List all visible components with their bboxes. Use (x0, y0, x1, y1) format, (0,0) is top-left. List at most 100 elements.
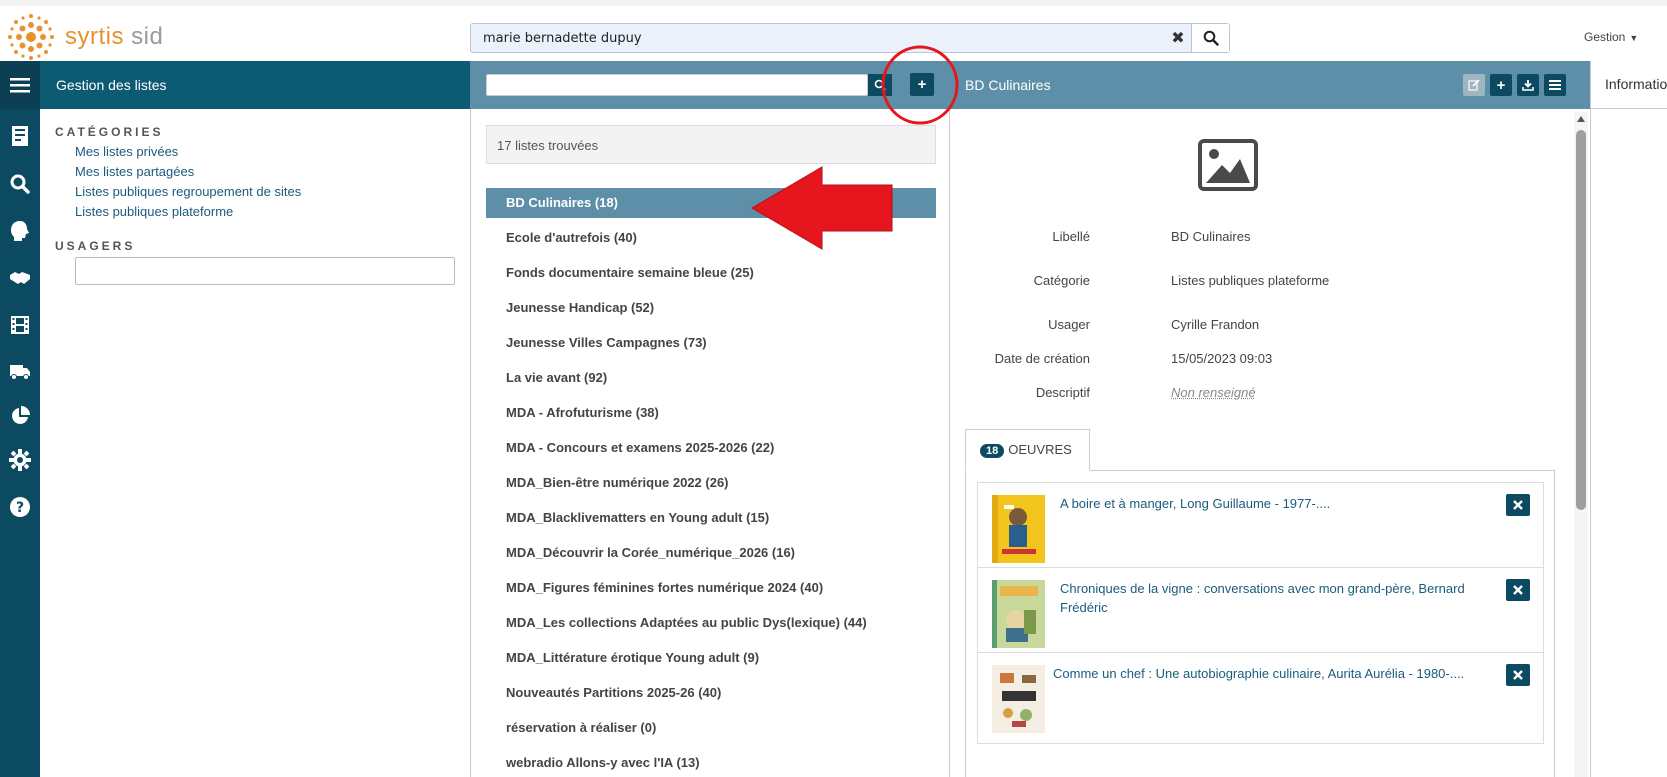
works-pane: A boire et à manger, Long Guillaume - 19… (965, 470, 1555, 777)
book-cover-thumbnail[interactable] (992, 495, 1045, 563)
category-link-shared[interactable]: Mes listes partagées (75, 164, 194, 179)
category-link-public-sites[interactable]: Listes publiques regroupement de sites (75, 184, 301, 199)
list-filter-search-button[interactable] (868, 74, 892, 96)
user-head-icon[interactable] (0, 216, 40, 246)
hamburger-menu-icon[interactable] (0, 61, 40, 109)
work-title-link[interactable]: Chroniques de la vigne : conversations a… (1060, 579, 1490, 617)
tab-informations[interactable]: Informations (1590, 61, 1667, 109)
lists-panel: 17 listes trouvées BD Culinaires (18) Ec… (470, 109, 950, 777)
list-item[interactable]: webradio Allons-y avec l'IA (13) (486, 748, 936, 777)
detail-panel-header: BD Culinaires + (950, 61, 1590, 109)
list-item[interactable]: Fonds documentaire semaine bleue (25) (486, 258, 936, 288)
list-filter-input[interactable] (486, 74, 868, 96)
gestion-menu[interactable]: Gestion ▼ (1584, 30, 1638, 44)
handshake-icon[interactable] (0, 263, 40, 293)
category-link-public-platform[interactable]: Listes publiques plateforme (75, 204, 233, 219)
panel-divider (1590, 109, 1591, 777)
close-icon (1513, 670, 1523, 680)
image-placeholder-icon (1198, 139, 1258, 191)
work-item: Comme un chef : Une autobiographie culin… (977, 652, 1544, 744)
field-label-date: Date de création (994, 351, 1090, 366)
usager-input[interactable] (75, 257, 455, 285)
list-item[interactable]: Nouveautés Partitions 2025-26 (40) (486, 678, 936, 708)
logo-sub: sid (124, 23, 164, 50)
list-item[interactable]: Jeunesse Villes Campagnes (73) (486, 328, 936, 358)
lists-search-header (470, 61, 950, 109)
list-item[interactable]: réservation à réaliser (0) (486, 713, 936, 743)
search-icon (874, 79, 886, 91)
list-icon (1549, 80, 1561, 90)
plus-icon: + (917, 76, 927, 93)
search-button[interactable] (1191, 24, 1229, 52)
field-value-date: 15/05/2023 09:03 (1171, 351, 1273, 366)
list-item[interactable]: BD Culinaires (18) (486, 188, 936, 218)
usagers-heading: USAGERS (55, 239, 136, 253)
field-value-usager: Cyrille Frandon (1171, 317, 1260, 332)
field-value-libelle: BD Culinaires (1171, 229, 1251, 244)
edit-button[interactable] (1463, 74, 1485, 96)
field-label-categorie: Catégorie (1033, 273, 1090, 288)
book-cover-thumbnail[interactable] (992, 580, 1045, 648)
list-item[interactable]: MDA_Les collections Adaptées au public D… (486, 608, 936, 638)
tab-informations-label: Informations (1605, 76, 1667, 92)
list-item[interactable]: Jeunesse Handicap (52) (486, 293, 936, 323)
help-icon[interactable]: ? (0, 492, 40, 522)
logo-main: syrtis (65, 23, 124, 50)
add-list-button[interactable]: + (910, 73, 934, 96)
list-item[interactable]: MDA_Blacklivematters en Young adult (15) (486, 503, 936, 533)
list-item[interactable]: MDA_Littérature érotique Young adult (9) (486, 643, 936, 673)
field-label-libelle: Libellé (1052, 229, 1090, 244)
filters-panel: CATÉGORIES Mes listes privées Mes listes… (40, 109, 470, 777)
scroll-up-arrow-icon[interactable] (1577, 116, 1585, 122)
list-item[interactable]: Ecole d'autrefois (40) (486, 223, 936, 253)
categories-heading: CATÉGORIES (55, 125, 164, 139)
download-button[interactable] (1517, 74, 1539, 96)
syrtis-logo-icon[interactable] (6, 12, 56, 62)
search-nav-icon[interactable] (0, 169, 40, 199)
work-title-link[interactable]: A boire et à manger, Long Guillaume - 19… (1060, 494, 1490, 513)
settings-gear-icon[interactable] (0, 445, 40, 475)
gestion-label: Gestion (1584, 30, 1626, 44)
list-item[interactable]: La vie avant (92) (486, 363, 936, 393)
list-item[interactable]: MDA - Concours et examens 2025-2026 (22) (486, 433, 936, 463)
remove-work-button[interactable] (1506, 664, 1530, 686)
add-work-button[interactable]: + (1490, 74, 1512, 96)
left-nav: ? (0, 61, 40, 777)
scrollbar-thumb[interactable] (1576, 130, 1586, 510)
film-icon[interactable] (0, 310, 40, 340)
clear-icon[interactable]: ✖ (1165, 24, 1191, 52)
pie-chart-icon[interactable] (0, 401, 40, 431)
lists-panel-header: Gestion des listes (40, 61, 470, 109)
remove-work-button[interactable] (1506, 494, 1530, 516)
work-item: A boire et à manger, Long Guillaume - 19… (977, 482, 1544, 574)
plus-icon: + (1496, 76, 1506, 94)
top-bar: syrtis sid marie bernadette dupuy ✖ Gest… (0, 0, 1667, 61)
edit-icon (1468, 79, 1480, 91)
download-icon (1522, 80, 1534, 91)
detail-panel-title: BD Culinaires (965, 77, 1051, 93)
detail-scrollbar[interactable] (1574, 112, 1588, 777)
work-title-link[interactable]: Comme un chef : Une autobiographie culin… (1053, 664, 1483, 683)
field-value-descriptif[interactable]: Non renseigné (1171, 385, 1256, 400)
close-icon (1513, 585, 1523, 595)
tab-oeuvres-label: OEUVRES (1008, 442, 1072, 457)
logo-text: syrtis sid (65, 23, 163, 51)
list-view-button[interactable] (1544, 74, 1566, 96)
category-link-private[interactable]: Mes listes privées (75, 144, 178, 159)
close-icon (1513, 500, 1523, 510)
list-item[interactable]: MDA_Découvrir la Corée_numérique_2026 (1… (486, 538, 936, 568)
global-search-input[interactable]: marie bernadette dupuy (471, 24, 1165, 52)
list-item[interactable]: MDA_Figures féminines fortes numérique 2… (486, 573, 936, 603)
svg-text:?: ? (16, 500, 24, 516)
caret-down-icon: ▼ (1629, 33, 1639, 43)
truck-icon[interactable] (0, 357, 40, 387)
list-item[interactable]: MDA_Bien-être numérique 2022 (26) (486, 468, 936, 498)
catalog-icon[interactable] (0, 121, 40, 151)
list-item[interactable]: MDA - Afrofuturisme (38) (486, 398, 936, 428)
global-search: marie bernadette dupuy ✖ (470, 23, 1230, 53)
remove-work-button[interactable] (1506, 579, 1530, 601)
tab-oeuvres[interactable]: 18 OEUVRES (965, 429, 1090, 471)
field-label-descriptif: Descriptif (1035, 385, 1090, 400)
book-cover-thumbnail[interactable] (992, 665, 1045, 733)
field-label-usager: Usager (1048, 317, 1090, 332)
